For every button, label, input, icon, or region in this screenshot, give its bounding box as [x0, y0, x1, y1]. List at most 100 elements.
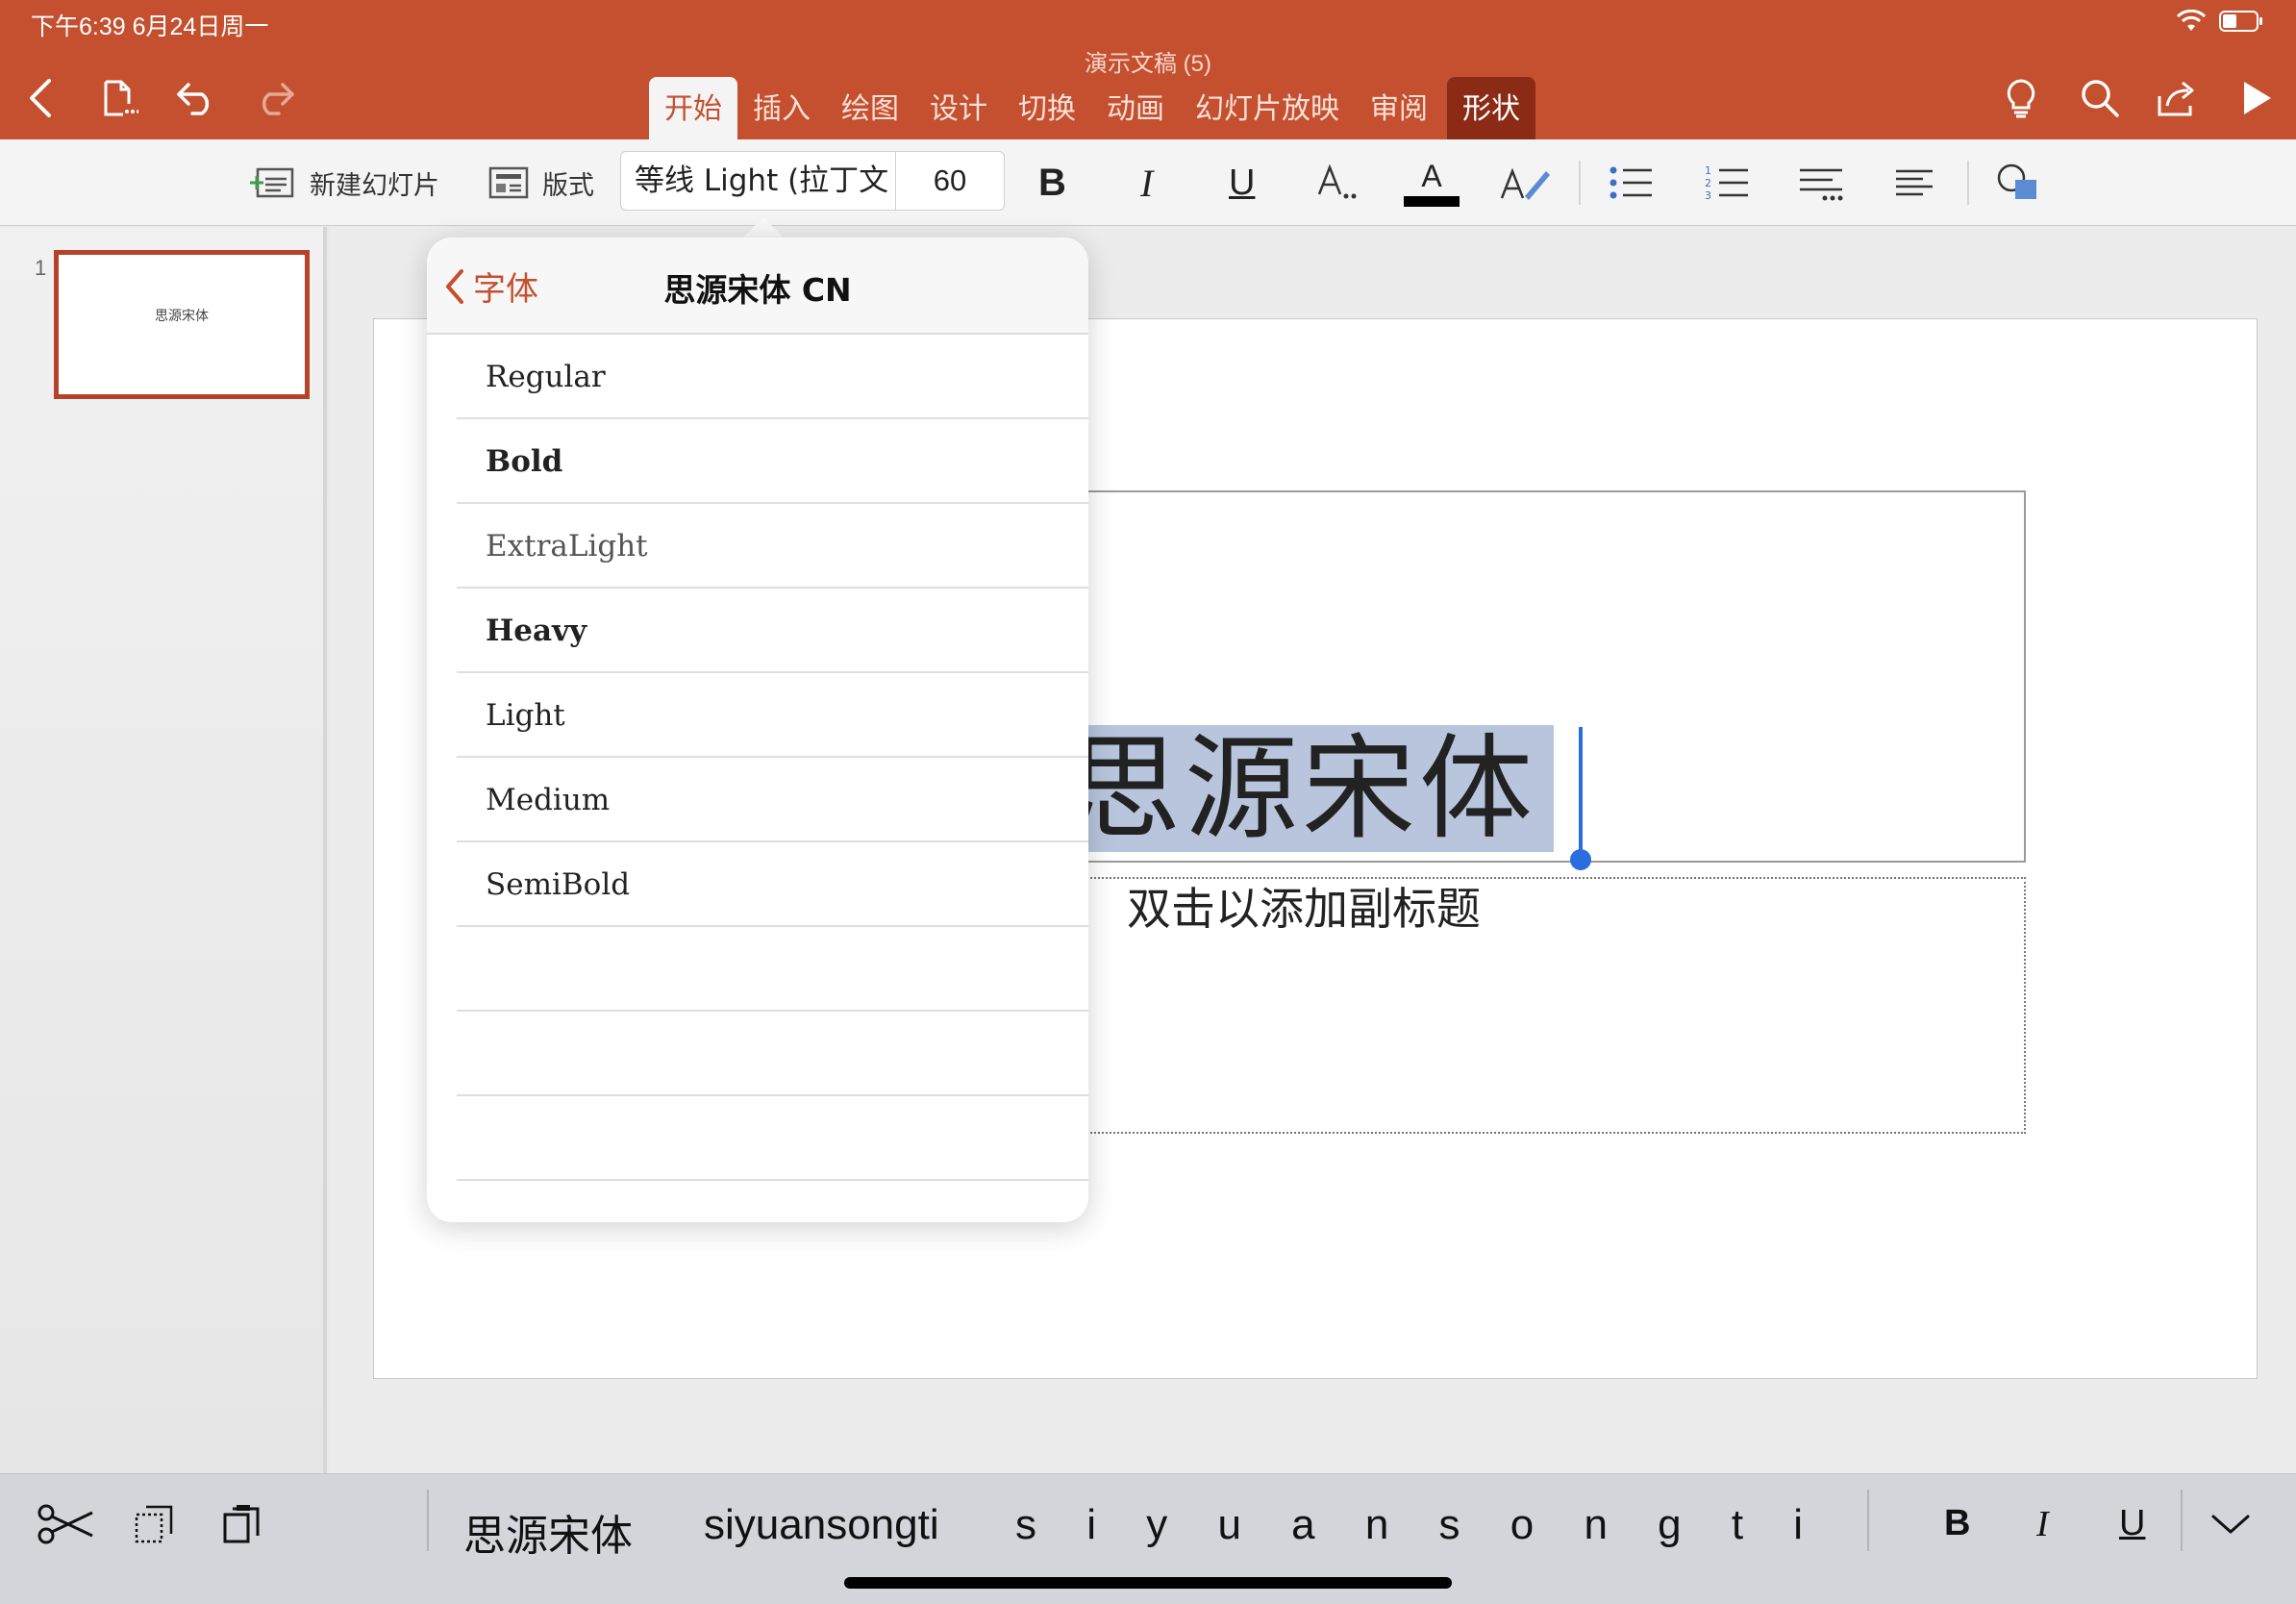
hide-keyboard-button[interactable] [2202, 1495, 2259, 1553]
copy-button[interactable] [125, 1495, 183, 1553]
font-weight-light[interactable]: Light [457, 673, 1088, 758]
copy-icon [135, 1505, 173, 1543]
text-highlight-icon [1500, 167, 1550, 200]
tab-transitions[interactable]: 切换 [1003, 77, 1091, 139]
search-button[interactable] [2073, 71, 2127, 125]
font-weight-bold[interactable]: Bold [457, 419, 1088, 504]
align-left-icon [1896, 169, 1933, 196]
slide-thumbnail-panel: 1 思源宋体 [0, 227, 327, 1473]
popover-title: 思源宋体 CN [663, 271, 852, 309]
shortcut-underline-button[interactable]: U [2119, 1503, 2145, 1544]
paste-button[interactable] [213, 1495, 271, 1553]
file-icon [104, 80, 138, 116]
ribbon-separator [1579, 161, 1581, 205]
ribbon-toolbar: 新建幻灯片 版式 等线 Light (拉丁文 60 B I U A 123 [0, 139, 2296, 226]
scissors-icon [37, 1504, 93, 1544]
svg-text:3: 3 [1705, 189, 1711, 202]
font-color-letter: A [1421, 158, 1442, 193]
align-left-button[interactable] [1894, 139, 1934, 226]
battery-icon [2219, 10, 2263, 33]
file-menu-button[interactable] [92, 71, 146, 125]
share-button[interactable] [2150, 71, 2204, 125]
tab-design[interactable]: 设计 [914, 77, 1003, 139]
ribbon-tabs: 开始 插入 绘图 设计 切换 动画 幻灯片放映 审阅 形状 [649, 77, 1535, 139]
paragraph-options-button[interactable] [1798, 139, 1846, 226]
italic-button[interactable]: I [1140, 139, 1153, 226]
slide-subtitle-text[interactable]: 双击以添加副标题 [1127, 875, 1481, 942]
tab-review[interactable]: 审阅 [1355, 77, 1443, 139]
ime-candidate[interactable]: s i y u a n s o n g t i [1015, 1501, 1822, 1549]
font-size-field[interactable]: 60 [895, 152, 1004, 210]
document-title: 演示文稿 (5) [1085, 51, 1211, 77]
new-slide-icon [250, 167, 294, 198]
numbering-button[interactable]: 123 [1704, 139, 1752, 226]
shapes-icon [1997, 163, 2036, 199]
empty-row [457, 927, 1088, 1012]
bold-button[interactable]: B [1038, 139, 1066, 226]
font-name-field[interactable]: 等线 Light (拉丁文 [621, 152, 895, 210]
redo-icon [262, 83, 294, 115]
bullet-list-icon [1610, 166, 1652, 199]
ime-candidate[interactable]: siyuansongti [704, 1501, 939, 1549]
empty-row [457, 1096, 1088, 1181]
tell-me-button[interactable] [1994, 71, 2048, 125]
layout-icon [488, 166, 529, 199]
slide-title-text[interactable]: 思源宋体 [1067, 725, 1555, 852]
back-button[interactable] [13, 71, 67, 125]
status-time: 下午6:39 6月24日周一 [31, 13, 269, 40]
ribbon-separator [1967, 161, 1969, 205]
shapes-button[interactable] [1996, 139, 2044, 226]
tab-slideshow[interactable]: 幻灯片放映 [1180, 77, 1355, 139]
text-effects-button[interactable] [1315, 139, 1361, 226]
font-weight-extralight[interactable]: ExtraLight [457, 504, 1088, 589]
popover-arrow [742, 217, 785, 238]
bullets-button[interactable] [1608, 139, 1656, 226]
tab-draw[interactable]: 绘图 [826, 77, 914, 139]
slide-thumbnail[interactable]: 思源宋体 [54, 250, 310, 399]
paragraph-icon [1800, 168, 1843, 201]
font-weight-list: Regular Bold ExtraLight Heavy Light Medi… [427, 335, 1088, 1181]
selection-handle[interactable] [1570, 849, 1591, 870]
new-slide-label: 新建幻灯片 [310, 170, 439, 201]
shortcut-separator [427, 1490, 429, 1551]
undo-button[interactable] [169, 71, 223, 125]
tab-shape[interactable]: 形状 [1447, 77, 1535, 139]
svg-text:2: 2 [1705, 177, 1711, 189]
underline-button[interactable]: U [1229, 139, 1255, 226]
slide-thumbnail-text: 思源宋体 [155, 308, 209, 324]
app-header: 下午6:39 6月24日周一 演示文稿 (5) 开始 插入 绘图 设计 切换 动… [0, 0, 2296, 139]
shortcut-separator [2181, 1490, 2183, 1551]
play-slideshow-button[interactable] [2231, 71, 2284, 125]
tab-insert[interactable]: 插入 [737, 77, 826, 139]
play-icon [2244, 82, 2271, 114]
tab-animations[interactable]: 动画 [1091, 77, 1180, 139]
text-caret [1579, 727, 1583, 857]
font-weight-medium[interactable]: Medium [457, 758, 1088, 842]
empty-row [457, 1012, 1088, 1096]
share-icon [2158, 81, 2194, 116]
layout-label: 版式 [542, 170, 594, 201]
slide-number: 1 [35, 256, 47, 280]
font-weight-heavy[interactable]: Heavy [457, 589, 1088, 673]
numbered-list-icon: 123 [1705, 164, 1748, 202]
ime-candidate[interactable]: 思源宋体 [463, 1501, 633, 1563]
font-selector: 等线 Light (拉丁文 60 [620, 151, 1005, 211]
new-slide-button[interactable]: 新建幻灯片 [248, 139, 439, 226]
lightbulb-icon [2007, 79, 2035, 118]
highlight-button[interactable] [1500, 139, 1554, 226]
shortcut-italic-button[interactable]: I [2036, 1503, 2049, 1545]
popover-header: 字体 思源宋体 CN [427, 238, 1088, 335]
svg-text:1: 1 [1705, 164, 1711, 177]
font-color-button[interactable]: A [1404, 139, 1460, 226]
layout-button[interactable]: 版式 [488, 139, 594, 226]
shortcut-bold-button[interactable]: B [1944, 1503, 1970, 1544]
font-weight-regular[interactable]: Regular [457, 335, 1088, 419]
font-weight-semibold[interactable]: SemiBold [457, 842, 1088, 927]
cut-button[interactable] [37, 1495, 94, 1553]
home-indicator[interactable] [844, 1577, 1452, 1589]
font-weight-popover: 字体 思源宋体 CN Regular Bold ExtraLight Heavy… [427, 238, 1088, 1222]
undo-icon [177, 83, 210, 115]
shortcut-separator [1867, 1490, 1869, 1551]
tab-home[interactable]: 开始 [649, 77, 737, 139]
redo-button[interactable] [248, 71, 302, 125]
